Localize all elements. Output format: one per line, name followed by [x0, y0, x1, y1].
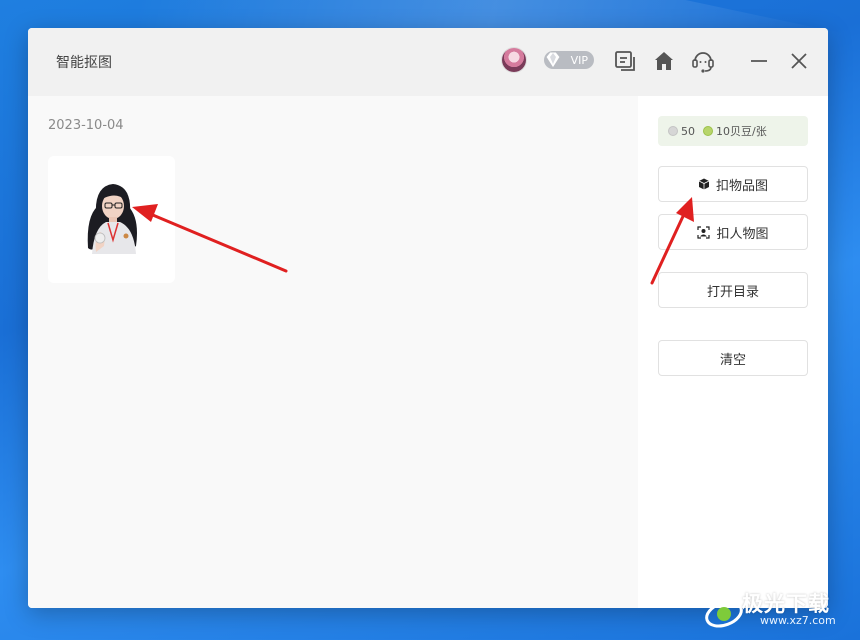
sidebar: 50 10贝豆/张 扣物品图 扣人物图 打开目录 清空: [638, 96, 828, 608]
app-window: 智能抠图 VIP 2023-10-04 50 10贝豆/张 扣物品图 扣人物图 …: [28, 28, 828, 608]
price-text: 10贝豆/张: [716, 125, 767, 138]
cutout-person-image: [87, 184, 137, 254]
clear-label: 清空: [719, 352, 746, 368]
site-watermark: 极光下载 www.xz7.com: [700, 584, 860, 640]
close-icon[interactable]: [786, 48, 812, 74]
cutout-product-button[interactable]: 扣物品图: [658, 166, 808, 202]
user-avatar[interactable]: [502, 48, 526, 72]
vip-gem-icon: [545, 51, 561, 69]
clear-button[interactable]: 清空: [658, 340, 808, 376]
cutout-person-button[interactable]: 扣人物图: [658, 214, 808, 250]
cube-icon: [698, 178, 710, 190]
message-icon[interactable]: [612, 48, 638, 74]
cutout-person-label: 扣人物图: [716, 226, 769, 242]
vip-badge[interactable]: VIP: [544, 51, 594, 69]
credits-info: 50 10贝豆/张: [658, 116, 808, 146]
open-directory-label: 打开目录: [706, 284, 759, 300]
image-thumbnail[interactable]: [48, 156, 175, 283]
watermark-logo-icon: [705, 600, 743, 628]
minimize-icon[interactable]: [746, 48, 772, 74]
bean-icon: [703, 126, 713, 136]
open-directory-button[interactable]: 打开目录: [658, 272, 808, 308]
date-group-label: 2023-10-04: [48, 118, 124, 133]
cutout-product-label: 扣物品图: [715, 178, 768, 194]
coin-icon: [668, 126, 678, 136]
person-frame-icon: [697, 225, 711, 239]
image-list-panel: 2023-10-04: [28, 96, 638, 608]
title-bar[interactable]: 智能抠图 VIP: [28, 28, 828, 96]
home-icon[interactable]: [651, 48, 677, 74]
watermark-url: www.xz7.com: [760, 614, 836, 627]
headset-icon[interactable]: [690, 48, 716, 74]
vip-label: VIP: [570, 53, 588, 67]
credits-count: 50: [681, 124, 695, 138]
